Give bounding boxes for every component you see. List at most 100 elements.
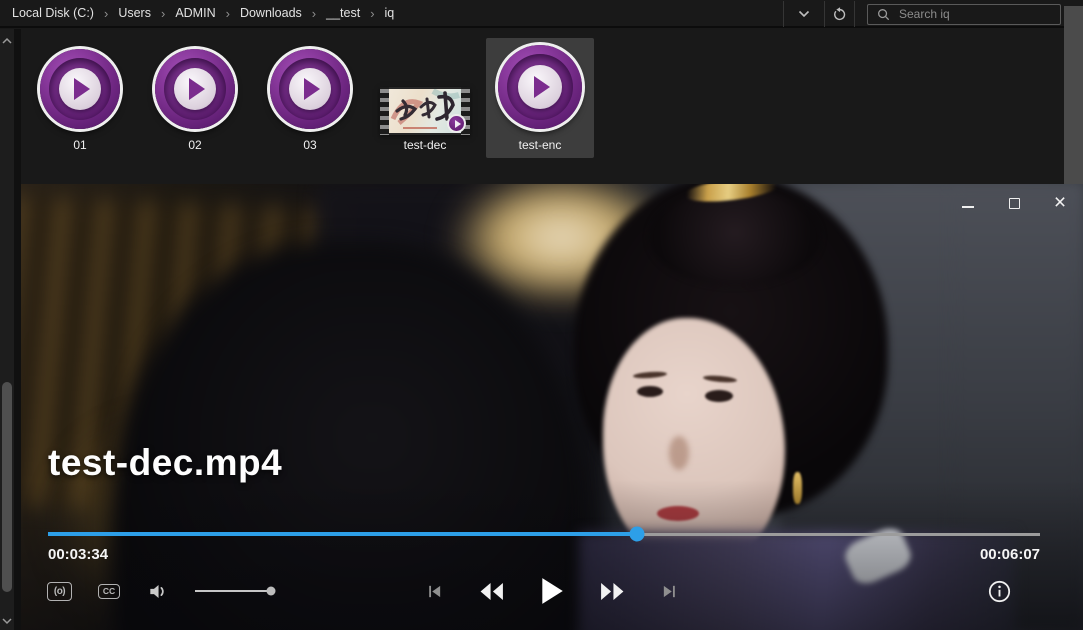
breadcrumb-item-local-disk[interactable]: Local Disk (C:) <box>5 6 101 20</box>
breadcrumb-separator-icon: › <box>160 5 166 21</box>
explorer-address-bar: Local Disk (C:) › Users › ADMIN › Downlo… <box>0 0 1083 28</box>
skip-previous-button[interactable] <box>426 583 443 600</box>
minimize-button[interactable] <box>959 193 977 213</box>
woman-hair-bun <box>649 188 821 286</box>
breadcrumb-separator-icon: › <box>103 5 109 21</box>
file-tile-02[interactable]: 02 <box>141 38 249 158</box>
breadcrumb-separator-icon: › <box>225 5 230 21</box>
search-input[interactable]: Search iq <box>867 3 1061 25</box>
search-placeholder: Search iq <box>899 7 950 21</box>
play-triangle-icon <box>189 78 205 100</box>
progress-fill <box>48 532 638 536</box>
file-label: test-enc <box>518 138 562 152</box>
close-icon: × <box>1053 191 1067 214</box>
skip-next-button[interactable] <box>661 583 678 600</box>
file-tile-03[interactable]: 03 <box>256 38 364 158</box>
file-area-scrollbar[interactable] <box>1064 6 1083 185</box>
file-list: 01 02 03 test-dec test-enc <box>26 38 594 158</box>
play-triangle-icon <box>74 78 90 100</box>
pane-divider <box>14 29 21 630</box>
file-label: 01 <box>73 138 87 152</box>
scroll-down-icon[interactable] <box>1 616 13 626</box>
volume-thumb[interactable] <box>266 586 276 596</box>
play-button[interactable] <box>540 577 564 605</box>
cast-icon: (o) <box>53 585 66 597</box>
nav-pane-scrollbar[interactable] <box>0 29 14 630</box>
nose-shadow <box>669 436 689 470</box>
total-time: 00:06:07 <box>979 546 1040 563</box>
fast-forward-icon <box>601 582 624 600</box>
video-player-window: × test-dec.mp4 00:03:34 00:06:07 (o) CC <box>21 184 1083 630</box>
fullscreen-icon-corner <box>1051 582 1057 588</box>
skip-previous-icon <box>429 585 441 597</box>
cc-icon: CC <box>102 586 116 596</box>
play-triangle-icon <box>534 76 550 98</box>
play-triangle-icon <box>304 78 320 100</box>
refresh-icon <box>834 6 846 20</box>
play-triangle-icon <box>454 119 461 128</box>
purple-play-orb-icon <box>270 49 350 129</box>
info-button[interactable] <box>987 579 1012 604</box>
breadcrumb-item-iq[interactable]: iq <box>378 6 402 20</box>
breadcrumb-item-test[interactable]: __test <box>319 6 367 20</box>
file-tile-01[interactable]: 01 <box>26 38 134 158</box>
purple-play-orb-icon <box>155 49 235 129</box>
speaker-icon <box>150 584 164 598</box>
purple-play-orb-icon <box>40 49 120 129</box>
breadcrumb-item-admin[interactable]: ADMIN <box>168 6 222 20</box>
chevron-down-icon <box>798 10 810 18</box>
refresh-button[interactable] <box>825 1 855 27</box>
scrollbar-thumb[interactable] <box>2 382 12 592</box>
breadcrumb-separator-icon: › <box>311 5 317 21</box>
maximize-button[interactable] <box>1005 193 1023 213</box>
fast-forward-button[interactable] <box>600 582 625 601</box>
minimize-icon <box>962 206 974 208</box>
file-label: 03 <box>303 138 317 152</box>
video-frame[interactable] <box>21 184 1083 630</box>
seek-thumb[interactable] <box>629 526 645 542</box>
maximize-icon <box>1008 197 1020 209</box>
breadcrumb-separator-icon: › <box>370 5 375 21</box>
eye <box>705 390 733 402</box>
fullscreen-button[interactable] <box>1038 582 1057 601</box>
address-bar-tools: Search iq <box>783 0 1083 28</box>
window-controls: × <box>959 192 1069 214</box>
address-dropdown-button[interactable] <box>783 1 825 27</box>
cast-button[interactable]: (o) <box>47 581 72 601</box>
purple-play-orb-icon <box>498 45 582 129</box>
magnifier-icon <box>878 8 890 20</box>
skip-next-icon <box>663 585 675 597</box>
file-tile-test-enc[interactable]: test-enc <box>486 38 594 158</box>
rewind-icon <box>480 582 503 600</box>
fullscreen-icon-corner <box>1038 595 1044 601</box>
eye <box>637 386 663 397</box>
elapsed-time: 00:03:34 <box>48 546 109 563</box>
scroll-up-icon[interactable] <box>1 36 13 46</box>
play-badge-icon <box>447 114 466 133</box>
seek-bar[interactable] <box>48 526 1040 542</box>
video-thumbnail-icon <box>380 87 470 135</box>
volume-track <box>195 590 275 592</box>
fullscreen-icon <box>1038 582 1044 588</box>
fullscreen-icon-corner <box>1051 595 1057 601</box>
volume-slider[interactable] <box>195 586 276 596</box>
player-controls-right <box>987 578 1057 604</box>
info-icon <box>988 580 1011 602</box>
video-title: test-dec.mp4 <box>48 442 283 483</box>
player-controls-left: (o) CC <box>47 578 276 604</box>
volume-button[interactable] <box>146 580 169 603</box>
file-label: 02 <box>188 138 202 152</box>
breadcrumb-item-downloads[interactable]: Downloads <box>233 6 309 20</box>
file-label: test-dec <box>403 138 447 152</box>
controls-shade <box>21 480 1083 630</box>
closed-captions-button[interactable]: CC <box>98 583 120 599</box>
breadcrumb-item-users[interactable]: Users <box>111 6 158 20</box>
play-icon <box>542 578 563 604</box>
breadcrumb: Local Disk (C:) › Users › ADMIN › Downlo… <box>0 6 401 21</box>
file-tile-test-dec[interactable]: test-dec <box>371 38 479 158</box>
rewind-button[interactable] <box>479 582 504 601</box>
screen: Local Disk (C:) › Users › ADMIN › Downlo… <box>0 0 1083 630</box>
filmstrip-edge <box>380 87 389 135</box>
close-button[interactable]: × <box>1051 191 1069 214</box>
transport-controls <box>426 576 678 606</box>
